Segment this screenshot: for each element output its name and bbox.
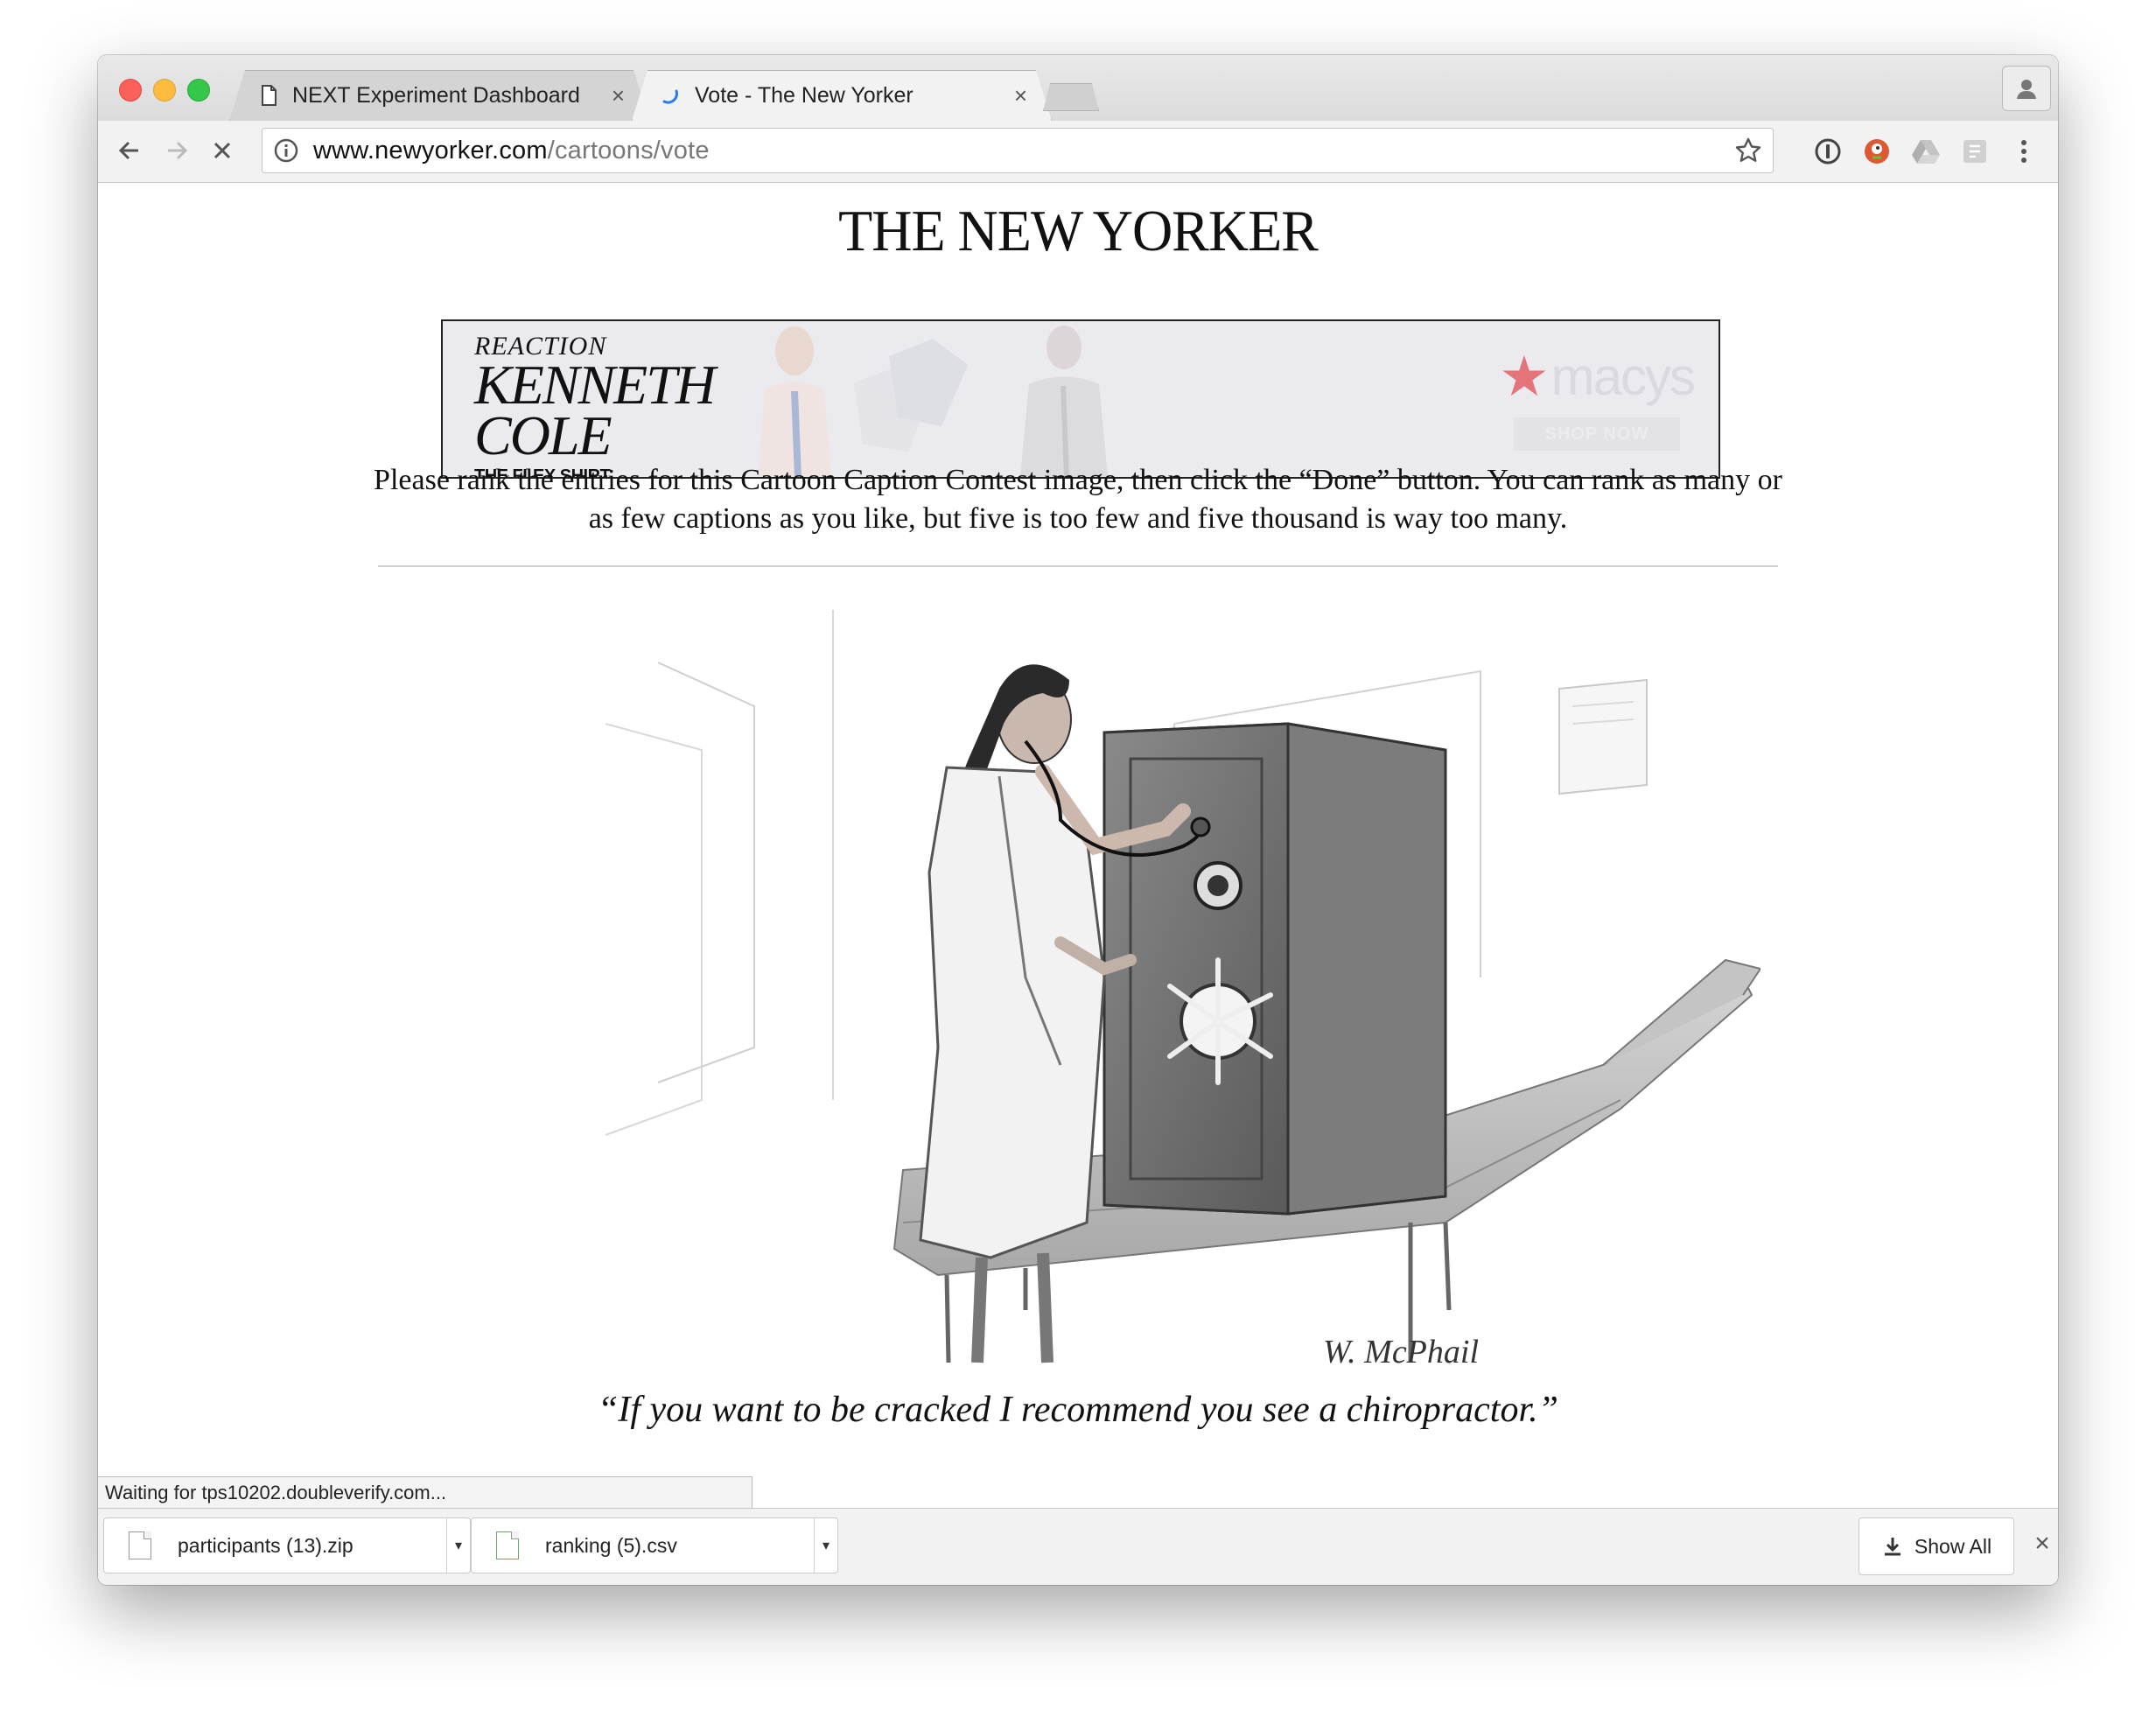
browser-toolbar: www.newyorker.com/cartoons/vote [98, 121, 2058, 183]
zoom-window-button[interactable] [187, 79, 210, 102]
cartoon-image: W. McPhail [605, 610, 1760, 1370]
star-icon[interactable] [1734, 137, 1762, 165]
macys-logo: ★ macys [1499, 345, 1696, 408]
download-filename: ranking (5).csv [545, 1533, 677, 1557]
extension-1password-icon[interactable] [1811, 135, 1844, 168]
back-button[interactable] [110, 131, 149, 170]
loading-spinner-icon [660, 84, 682, 107]
close-icon[interactable]: × [1014, 82, 1027, 109]
show-all-downloads-button[interactable]: Show All [1858, 1517, 2014, 1575]
close-window-button[interactable] [119, 79, 142, 102]
close-icon[interactable]: × [612, 82, 625, 109]
downloads-shelf: participants (13).zip ▾ ranking (5).csv … [98, 1508, 2058, 1585]
ad-shop-now-button[interactable]: SHOP NOW [1514, 417, 1680, 451]
browser-window: NEXT Experiment Dashboard × Vote - The N… [98, 55, 2058, 1585]
csv-file-icon [496, 1531, 519, 1559]
download-filename: participants (13).zip [178, 1533, 354, 1557]
status-bubble: Waiting for tps10202.doubleverify.com... [98, 1476, 752, 1508]
new-tab-button[interactable] [1043, 83, 1099, 111]
person-icon [2017, 80, 2036, 99]
extension-drive-icon[interactable] [1909, 135, 1942, 168]
tab-next-dashboard[interactable]: NEXT Experiment Dashboard × [229, 70, 649, 121]
more-vert-icon [2021, 140, 2026, 163]
tab-label: NEXT Experiment Dashboard [292, 82, 580, 108]
instructions-text: Please rank the entries for this Cartoon… [374, 464, 1782, 535]
info-icon [274, 138, 298, 163]
extension-reader-icon[interactable] [1958, 135, 1992, 168]
advertisement-banner[interactable]: REACTION KENNETH COLE THE FLEX SHIRT ★ m… [441, 319, 1720, 479]
stop-button[interactable] [203, 131, 242, 170]
arrow-left-icon [118, 141, 138, 160]
document-icon [257, 84, 280, 107]
zip-file-icon [129, 1531, 151, 1559]
extension-duckduckgo-icon[interactable] [1860, 135, 1894, 168]
cartoon-caption: “If you want to be cracked I recommend y… [598, 1390, 1558, 1430]
divider [378, 565, 1778, 567]
site-logo[interactable]: THE NEW YORKER [98, 197, 2058, 265]
chevron-down-icon[interactable]: ▾ [446, 1518, 470, 1573]
address-bar[interactable]: www.newyorker.com/cartoons/vote [262, 128, 1774, 173]
ad-models-image [758, 326, 1108, 477]
page-content: THE NEW YORKER REACTION KENNETH COLE THE… [98, 183, 2058, 1559]
browser-menu-button[interactable] [2007, 135, 2040, 168]
ad-brand-text: REACTION KENNETH COLE THE FLEX SHIRT [474, 332, 716, 479]
close-icon[interactable]: × [2025, 1526, 2058, 1561]
download-item[interactable]: participants (13).zip ▾ [103, 1517, 471, 1573]
tab-label: Vote - The New Yorker [695, 82, 914, 108]
minimize-window-button[interactable] [153, 79, 176, 102]
arrow-right-icon [168, 141, 188, 160]
tab-strip: NEXT Experiment Dashboard × Vote - The N… [98, 55, 2058, 121]
download-icon [1884, 1538, 1900, 1556]
chevron-down-icon[interactable]: ▾ [814, 1518, 837, 1573]
profile-button[interactable] [2002, 66, 2051, 111]
forward-button[interactable] [158, 131, 196, 170]
url-text: www.newyorker.com/cartoons/vote [313, 136, 710, 165]
tab-vote-new-yorker[interactable]: Vote - The New Yorker × [632, 70, 1052, 121]
cartoon-signature: W. McPhail [1323, 1334, 1479, 1370]
stop-loading-icon [214, 142, 231, 159]
star-icon: ★ [1499, 345, 1549, 408]
download-item[interactable]: ranking (5).csv ▾ [471, 1517, 838, 1573]
